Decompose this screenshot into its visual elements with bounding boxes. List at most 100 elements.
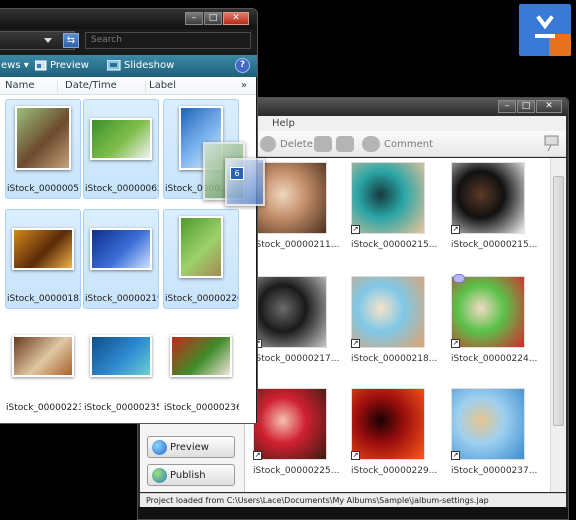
drag-photo (225, 158, 265, 206)
status-bar: Project loaded from C:\Users\Lace\Docume… (140, 493, 566, 507)
album-image-name: iStock_00000237... (451, 466, 538, 476)
album-thumbnail[interactable]: ↗ iStock_00000229... (351, 388, 437, 480)
album-image-name: iStock_00000217... (253, 354, 340, 364)
rotate-left-icon (314, 136, 332, 152)
publish-button[interactable]: Publish (147, 464, 235, 486)
file-item[interactable]: iStock_00000223... (5, 317, 81, 417)
shortcut-arrow-icon: ↗ (253, 451, 262, 460)
file-item[interactable]: iStock_00000219... (83, 209, 159, 309)
chevron-down-icon[interactable] (44, 38, 52, 43)
maximize-button[interactable]: □ (517, 100, 535, 113)
album-photo (451, 388, 525, 460)
file-thumbnail (170, 335, 232, 377)
album-photo (351, 162, 425, 234)
display-button[interactable] (544, 134, 560, 152)
preview-label: Preview (170, 441, 209, 453)
album-image-name: iStock_00000224... (451, 354, 538, 364)
explorer-titlebar[interactable]: – □ ✕ (0, 9, 257, 29)
file-item[interactable]: iStock_00000220... (163, 209, 239, 309)
preview-icon (152, 440, 167, 455)
file-item[interactable]: iStock_00000051... (5, 99, 81, 199)
file-item[interactable]: iStock_00000236... (163, 317, 239, 417)
column-headers: Name Date/Time Label » (0, 77, 256, 95)
album-thumbnail[interactable]: ↗ iStock_00000215... (351, 162, 437, 254)
publish-icon (152, 468, 167, 483)
album-photo (451, 276, 525, 348)
album-photo (351, 388, 425, 460)
album-thumbnail[interactable]: ↗ iStock_00000215... (451, 162, 537, 254)
album-image-name: iStock_00000229... (351, 466, 438, 476)
help-icon[interactable]: ? (235, 58, 250, 73)
album-thumbnail[interactable]: ↗ iStock_00000218... (351, 276, 437, 368)
file-thumbnail (90, 335, 152, 377)
slideshow-command[interactable]: Slideshow (107, 60, 174, 71)
file-thumbnail (15, 106, 71, 170)
preview-button[interactable]: Preview (147, 436, 235, 458)
download-arrow-icon (535, 15, 555, 38)
slideshow-command-label: Slideshow (124, 60, 175, 71)
album-image-name: iStock_00000215... (451, 240, 538, 250)
delete-label: Delete (280, 138, 313, 150)
delete-button[interactable]: Delete (260, 136, 313, 152)
views-menu[interactable]: ews ▾ (1, 60, 29, 71)
explorer-window: – □ ✕ ⇆ Search ews ▾ Preview Slideshow ?… (0, 8, 258, 424)
file-item[interactable]: iStock_00000235... (83, 317, 159, 417)
album-image-name: iStock_00000211... (253, 240, 340, 250)
comment-icon (362, 136, 380, 152)
column-label[interactable]: Label (149, 80, 176, 91)
file-name: iStock_00000220... (165, 294, 238, 304)
search-input[interactable]: Search (85, 32, 251, 49)
file-thumbnail (12, 335, 74, 377)
shortcut-arrow-icon: ↗ (451, 339, 460, 348)
maximize-button[interactable]: □ (204, 12, 222, 25)
preview-icon (35, 60, 47, 71)
shortcut-arrow-icon: ↗ (351, 225, 360, 234)
album-photo (451, 162, 525, 234)
gallery-scrollbar[interactable] (550, 158, 566, 492)
column-name[interactable]: Name (5, 80, 35, 91)
shortcut-arrow-icon: ↗ (451, 225, 460, 234)
menu-help[interactable]: Help (272, 118, 295, 129)
slideshow-icon (107, 60, 121, 71)
file-item[interactable]: iStock_00000062... (83, 99, 159, 199)
rotate-right-icon (336, 136, 354, 152)
file-name: iStock_00000236... (164, 403, 239, 413)
album-thumbnail[interactable]: ↗ iStock_00000225... (253, 388, 339, 480)
monitor-icon (544, 135, 559, 152)
file-thumbnail (12, 228, 74, 270)
file-name: iStock_00000183... (7, 294, 80, 304)
comment-button[interactable]: Comment (362, 136, 433, 152)
views-label: ews ▾ (1, 60, 29, 71)
close-button[interactable]: ✕ (223, 12, 249, 25)
comment-bubble-icon (453, 274, 465, 283)
download-app-icon[interactable] (519, 4, 571, 56)
album-photo (253, 276, 327, 348)
preview-command[interactable]: Preview (35, 60, 89, 71)
file-thumbnail (90, 228, 152, 270)
file-list: Name Date/Time Label » iStock_00000051..… (0, 77, 256, 423)
file-item[interactable]: iStock_00000183... (5, 209, 81, 309)
drag-count-badge: 6 (230, 167, 244, 180)
refresh-button[interactable]: ⇆ (63, 33, 79, 48)
minimize-button[interactable]: – (498, 100, 516, 113)
command-bar: ews ▾ Preview Slideshow ? (0, 55, 257, 77)
album-photo (351, 276, 425, 348)
album-image-name: iStock_00000218... (351, 354, 438, 364)
file-name: iStock_00000235... (84, 403, 159, 413)
album-thumbnail[interactable]: ↗ iStock_00000237... (451, 388, 537, 480)
column-datetime[interactable]: Date/Time (65, 80, 117, 91)
album-photo (253, 388, 327, 460)
comment-label: Comment (384, 138, 433, 150)
scrollbar-thumb[interactable] (553, 176, 564, 426)
album-thumbnail[interactable]: ↗iStock_00000217... (253, 276, 339, 368)
file-name: iStock_00000051... (7, 184, 80, 194)
more-columns-icon[interactable]: » (241, 80, 247, 91)
rotate-right-button[interactable] (336, 136, 354, 152)
shortcut-arrow-icon: ↗ (451, 451, 460, 460)
minimize-button[interactable]: – (185, 12, 203, 25)
file-name: iStock_00000219... (85, 294, 158, 304)
album-thumbnail[interactable]: ↗ iStock_00000224... (451, 274, 537, 368)
close-button[interactable]: ✕ (536, 100, 562, 113)
file-thumbnail (179, 216, 223, 278)
rotate-left-button[interactable] (314, 136, 332, 152)
